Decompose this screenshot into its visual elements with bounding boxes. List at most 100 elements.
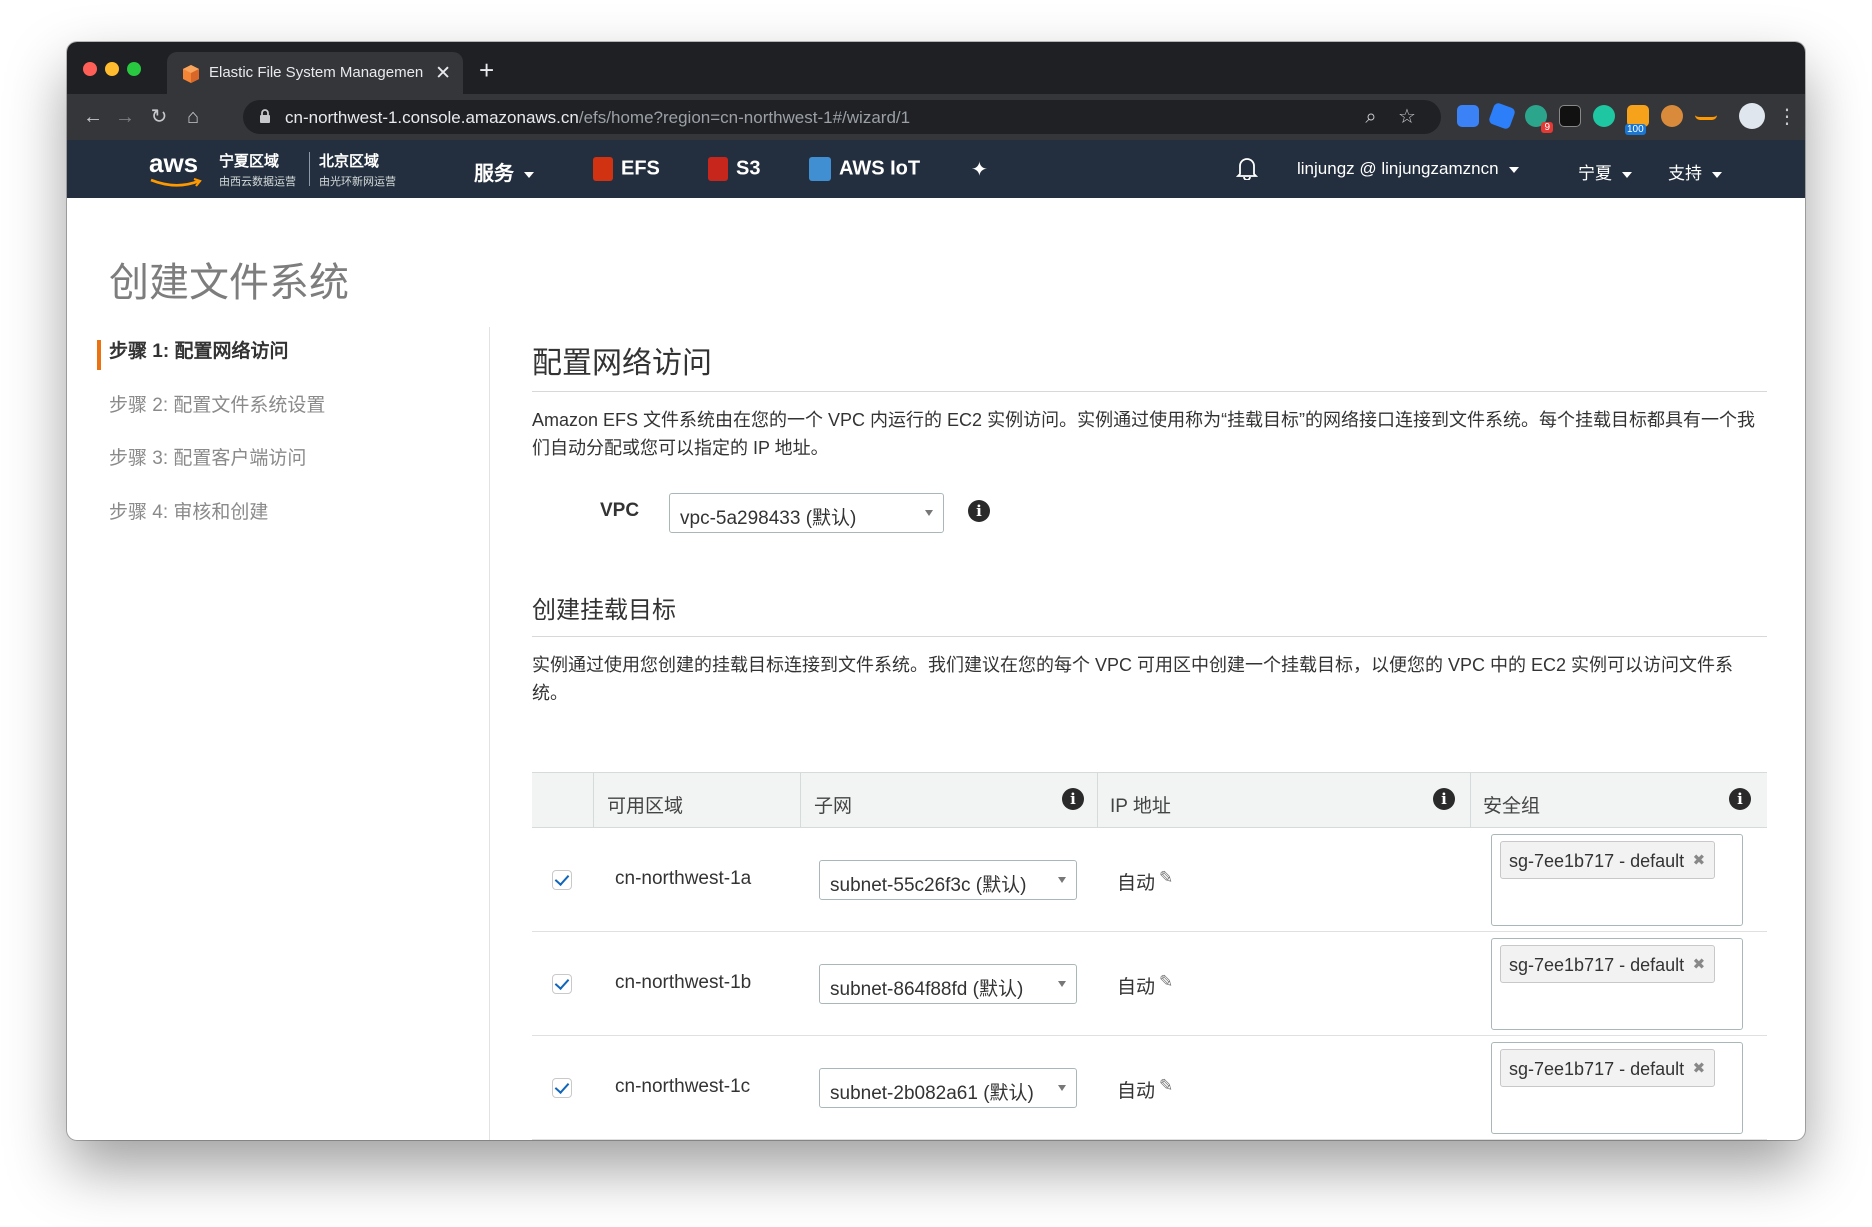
forward-arrow-icon[interactable]: →	[111, 103, 139, 131]
pencil-icon[interactable]: ✎	[1159, 972, 1173, 992]
shortcut-aws-iot[interactable]: AWS IoT	[809, 157, 920, 181]
availability-zone: cn-northwest-1c	[615, 1076, 751, 1097]
security-group-tag: sg-7ee1b717 - default ✖	[1500, 841, 1716, 880]
sidebar-divider	[489, 327, 490, 1140]
pen-extension-icon[interactable]	[1487, 101, 1517, 131]
row-checkbox[interactable]	[552, 1078, 572, 1098]
dropdown-arrow-icon	[1058, 877, 1066, 883]
rss-extension-icon[interactable]: 100	[1625, 105, 1649, 135]
wizard-step-2[interactable]: 步骤 2: 配置文件系统设置	[109, 390, 325, 417]
dropdown-arrow-icon	[1058, 1085, 1066, 1091]
shortcut-s3[interactable]: S3	[708, 157, 760, 181]
tab-strip: Elastic File System Management ✕ +	[67, 42, 1805, 94]
circle-extension-icon[interactable]	[1593, 105, 1615, 127]
iot-icon	[809, 157, 831, 181]
section-divider	[532, 636, 1767, 637]
glasses-extension-icon[interactable]	[1559, 105, 1581, 127]
network-heading: 配置网络访问	[532, 347, 712, 380]
browser-window: Elastic File System Management ✕ + ← → ↻…	[67, 42, 1805, 1140]
services-menu[interactable]: 服务	[474, 157, 534, 186]
checkmark-icon	[554, 974, 570, 991]
aws-logo[interactable]: aws	[149, 148, 203, 188]
pin-icon[interactable]: ✦	[971, 157, 988, 182]
bell-icon[interactable]	[1236, 156, 1258, 180]
wizard-step-4[interactable]: 步骤 4: 审核和创建	[109, 497, 268, 524]
column-header-az: 可用区域	[607, 796, 684, 817]
lock-icon	[260, 109, 270, 123]
cookie-extension-icon[interactable]	[1661, 105, 1683, 127]
minimize-window-button[interactable]	[105, 62, 119, 76]
wizard-step-3[interactable]: 步骤 3: 配置客户端访问	[109, 443, 306, 470]
account-menu[interactable]: linjungz @ linjungzamzncn	[1297, 159, 1519, 179]
row-checkbox[interactable]	[552, 974, 572, 994]
region-menu[interactable]: 宁夏	[1578, 159, 1632, 184]
checkmark-icon	[554, 870, 570, 887]
wizard-step-1[interactable]: 步骤 1: 配置网络访问	[109, 336, 288, 363]
row-checkbox[interactable]	[552, 870, 572, 890]
reload-icon[interactable]: ↻	[145, 103, 173, 131]
subnet-select[interactable]: subnet-864f88fd (默认)	[819, 964, 1077, 1004]
home-icon[interactable]: ⌂	[179, 103, 207, 131]
ip-address[interactable]: 自动	[1117, 868, 1155, 895]
chevron-down-icon	[1712, 171, 1722, 178]
table-row: cn-northwest-1b subnet-864f88fd (默认) 自动 …	[532, 932, 1767, 1036]
extension-badge: 100	[1625, 124, 1646, 135]
region2-title: 北京区域	[319, 153, 380, 170]
remove-tag-icon[interactable]: ✖	[1693, 946, 1706, 984]
browser-tab-efs[interactable]: Elastic File System Management ✕	[167, 52, 463, 94]
new-tab-button[interactable]: +	[479, 55, 494, 86]
ip-address[interactable]: 自动	[1117, 972, 1155, 999]
chevron-down-icon	[524, 171, 534, 178]
logo-divider	[309, 152, 310, 186]
remove-tag-icon[interactable]: ✖	[1693, 842, 1706, 880]
region1-title: 宁夏区域	[219, 153, 280, 170]
close-window-button[interactable]	[83, 62, 97, 76]
security-group-input[interactable]: sg-7ee1b717 - default ✖	[1491, 834, 1743, 926]
profile-avatar[interactable]	[1739, 103, 1765, 129]
aws-smile-icon	[150, 178, 202, 187]
browser-menu-icon[interactable]: ⋮	[1773, 103, 1801, 131]
grammar-extension-icon[interactable]: 9	[1525, 105, 1553, 133]
checkmark-icon	[554, 1078, 570, 1095]
page-title: 创建文件系统	[109, 261, 349, 305]
subnet-select[interactable]: subnet-55c26f3c (默认)	[819, 860, 1077, 900]
back-arrow-icon[interactable]: ←	[79, 103, 107, 131]
support-menu[interactable]: 支持	[1668, 159, 1722, 184]
extension-badge: 9	[1541, 122, 1553, 133]
availability-zone: cn-northwest-1a	[615, 868, 752, 889]
tab-title: Elastic File System Management	[209, 64, 423, 81]
security-group-input[interactable]: sg-7ee1b717 - default ✖	[1491, 938, 1743, 1030]
translate-extension-icon[interactable]	[1457, 105, 1479, 127]
info-icon[interactable]: i	[1062, 788, 1084, 810]
tab-close-icon[interactable]: ✕	[435, 62, 451, 85]
s3-icon	[708, 157, 728, 181]
dropdown-arrow-icon	[925, 510, 933, 516]
browser-toolbar: ← → ↻ ⌂ cn-northwest-1.console.amazonaws…	[67, 94, 1805, 140]
zoom-icon[interactable]: ⌕	[1357, 103, 1385, 131]
active-step-indicator	[97, 340, 101, 370]
network-description: Amazon EFS 文件系统由在您的一个 VPC 内运行的 EC2 实例访问。…	[532, 410, 1756, 458]
info-icon[interactable]: i	[1729, 788, 1751, 810]
shortcut-efs[interactable]: EFS	[593, 157, 660, 181]
info-icon[interactable]: i	[1433, 788, 1455, 810]
remove-tag-icon[interactable]: ✖	[1693, 1050, 1706, 1088]
ip-address[interactable]: 自动	[1117, 1076, 1155, 1103]
aws-cube-icon	[183, 65, 199, 83]
security-group-input[interactable]: sg-7ee1b717 - default ✖	[1491, 1042, 1743, 1134]
amazon-extension-icon[interactable]	[1695, 105, 1717, 120]
info-icon[interactable]: i	[968, 500, 990, 522]
security-group-tag: sg-7ee1b717 - default ✖	[1500, 1049, 1716, 1088]
table-row: cn-northwest-1a subnet-55c26f3c (默认) 自动 …	[532, 828, 1767, 932]
column-separator	[800, 773, 801, 827]
aws-console-nav: aws 宁夏区域 由西云数据运营 北京区域 由光环新网运营 服务 EFS S3 …	[67, 140, 1805, 198]
subnet-select[interactable]: subnet-2b082a61 (默认)	[819, 1068, 1077, 1108]
region1-subtitle: 由西云数据运营	[219, 176, 296, 188]
maximize-window-button[interactable]	[127, 62, 141, 76]
bookmark-star-icon[interactable]: ☆	[1393, 103, 1421, 131]
efs-icon	[593, 157, 613, 181]
chevron-down-icon	[1622, 171, 1632, 178]
vpc-select[interactable]: vpc-5a298433 (默认)	[669, 493, 944, 533]
address-bar[interactable]: cn-northwest-1.console.amazonaws.cn/efs/…	[243, 100, 1441, 134]
pencil-icon[interactable]: ✎	[1159, 868, 1173, 888]
pencil-icon[interactable]: ✎	[1159, 1076, 1173, 1096]
